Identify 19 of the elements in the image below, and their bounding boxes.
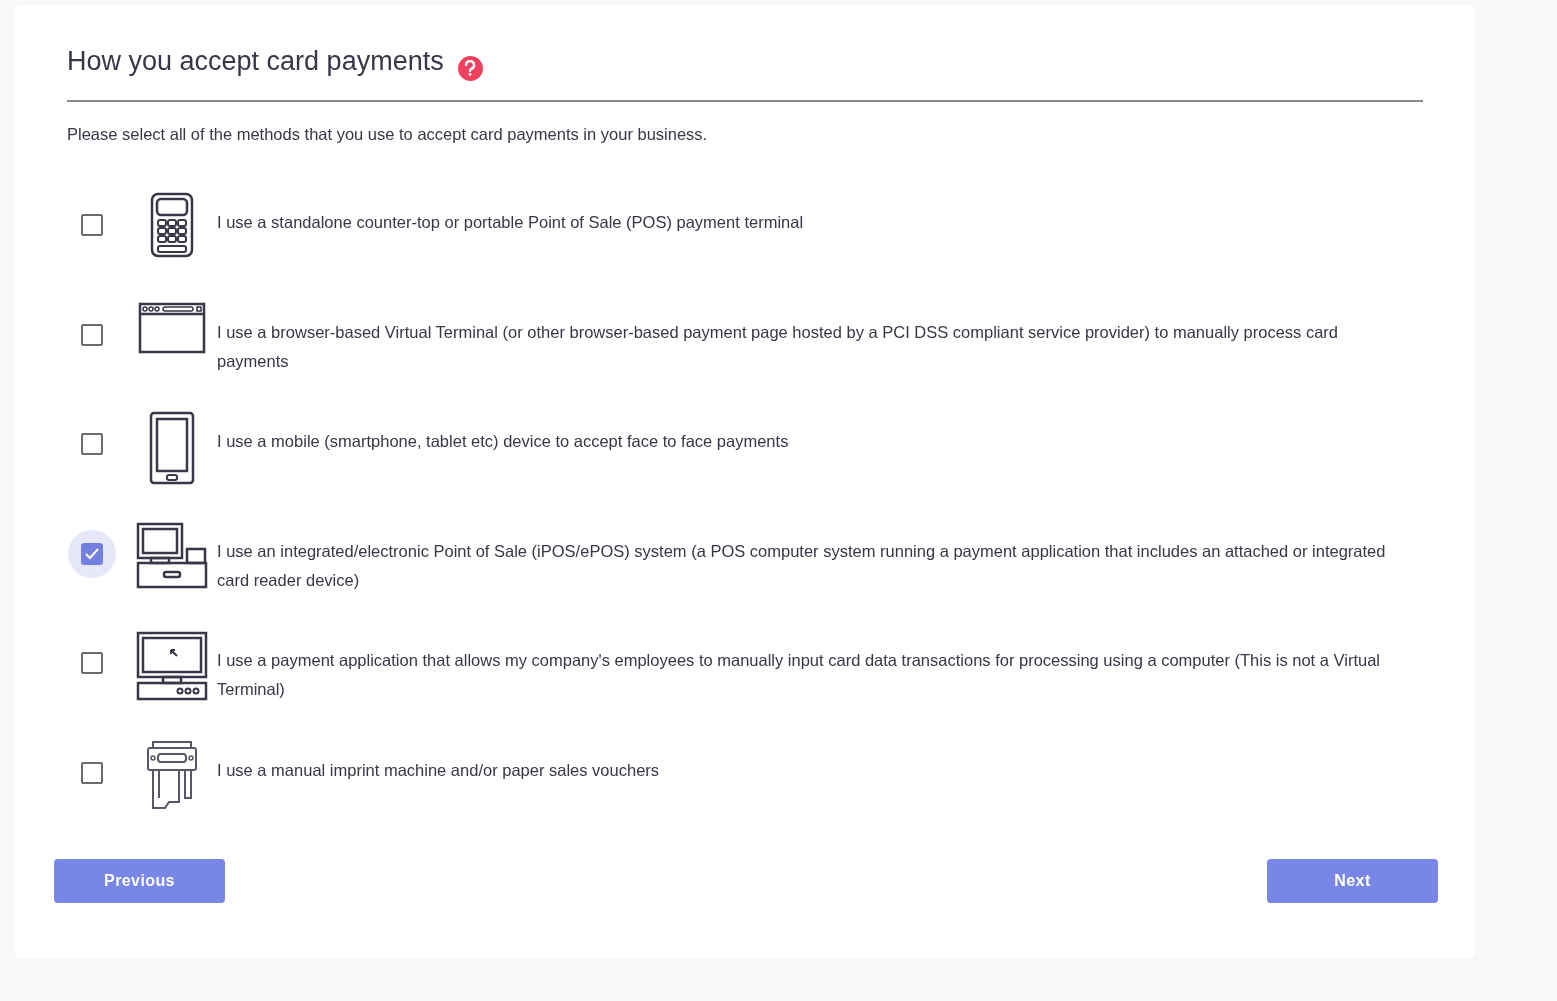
next-button[interactable]: Next <box>1267 859 1438 904</box>
card-terminal-icon <box>149 192 194 259</box>
pos-register-icon <box>134 520 209 589</box>
computer-icon <box>134 630 209 703</box>
option-label: I use a mobile (smartphone, tablet etc) device to accept face to face payments <box>217 431 790 453</box>
checkmark-icon <box>84 546 100 561</box>
imprint-machine-icon <box>144 739 199 812</box>
previous-button[interactable]: Previous <box>54 859 225 904</box>
tablet-icon <box>148 411 195 486</box>
page-heading: How you accept card payments <box>67 45 444 78</box>
option-label: I use a browser-based Virtual Terminal (or other browser-based payment page hosted by a PCI DSS compliant service provider) to manually process card payments <box>217 321 1339 372</box>
option-label: I use a standalone counter-top or portable Point of Sale (POS) payment terminal <box>217 212 805 234</box>
option-checkbox[interactable] <box>68 529 116 578</box>
option-label: I use a manual imprint machine and/or paper sales vouchers <box>217 759 661 781</box>
browser-window-icon <box>137 301 206 354</box>
instructions-text: Please select all of the methods that you use to accept card payments in your business. <box>67 123 709 145</box>
option-label: I use an integrated/electronic Point of Sale (iPOS/ePOS) system (a POS computer system running a payment application that includes an attached or integrated card reader device) <box>217 540 1387 591</box>
option-label: I use a payment application that allows my company's employees to manually input card data transactions for processing using a computer (This is not a Virtual Terminal) <box>217 650 1382 701</box>
help-icon[interactable] <box>457 55 483 81</box>
